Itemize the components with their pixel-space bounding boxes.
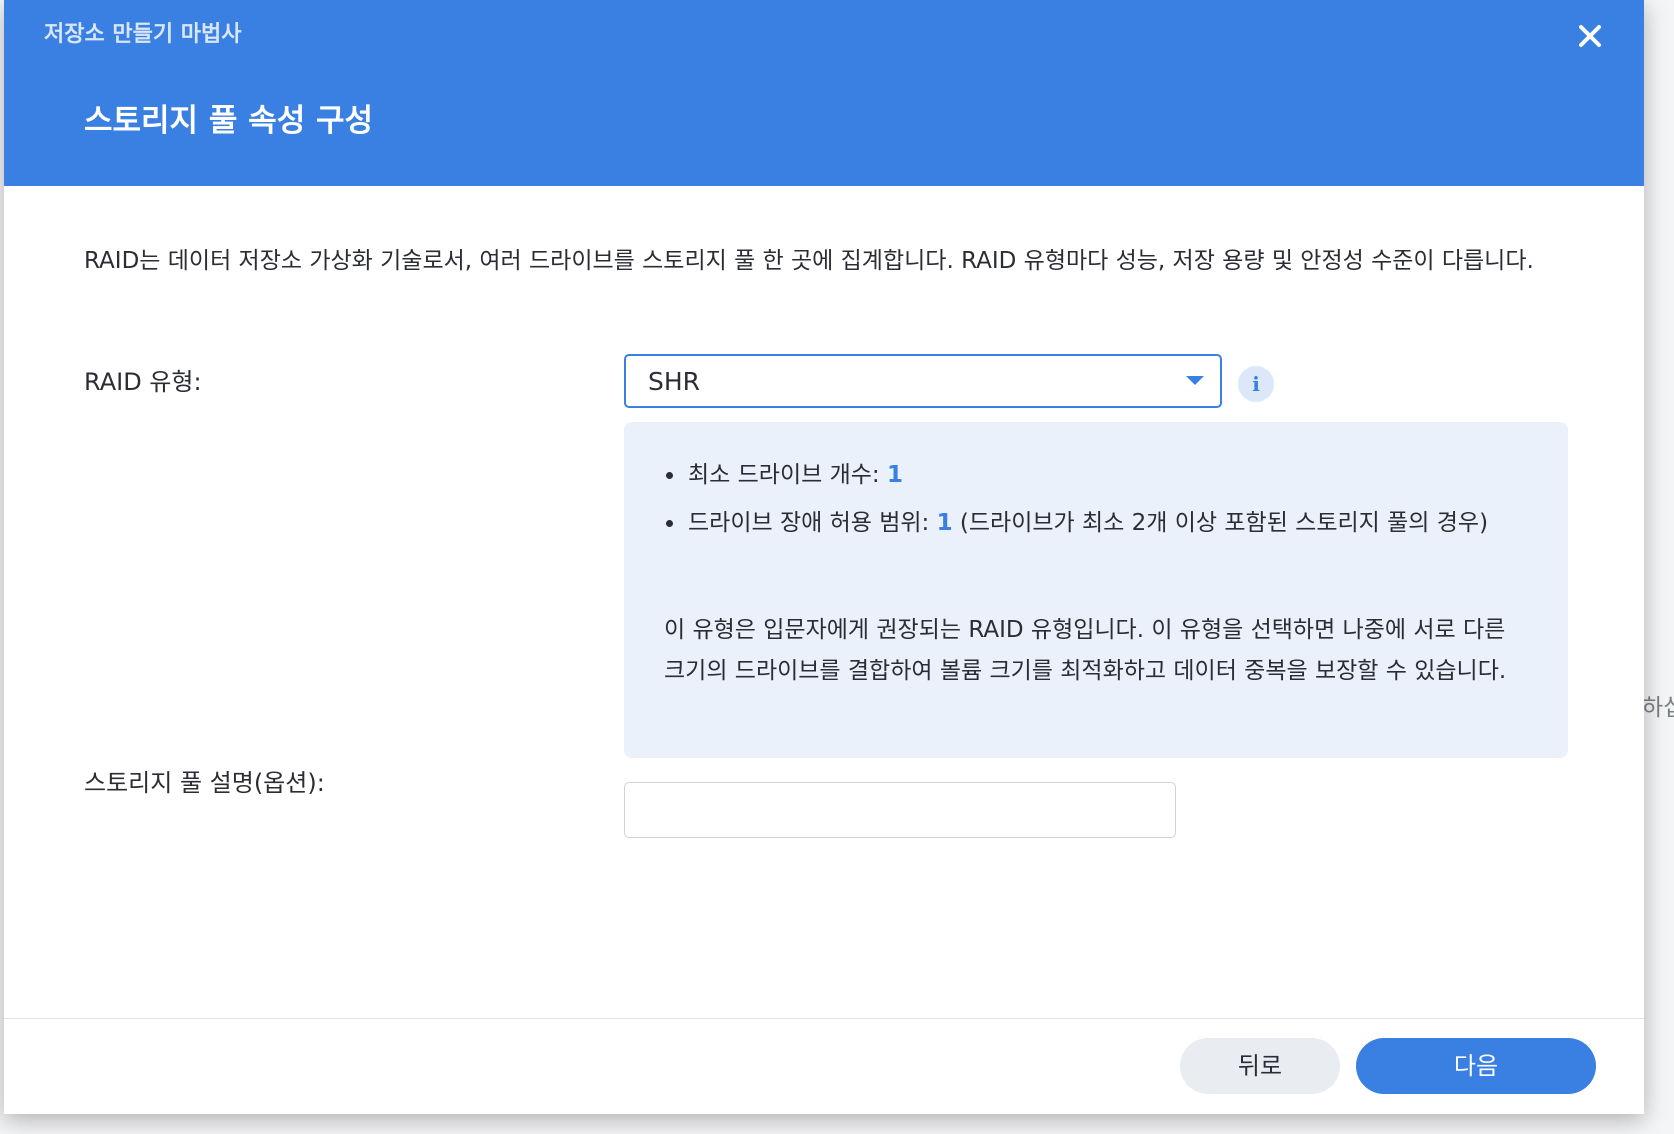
- pool-description-input[interactable]: [624, 782, 1176, 838]
- min-drives-label: 최소 드라이브 개수:: [688, 462, 887, 488]
- chevron-down-icon: [1186, 376, 1204, 385]
- fault-tolerance-item: 드라이브 장애 허용 범위: 1 (드라이브가 최소 2개 이상 포함된 스토리…: [660, 499, 1520, 547]
- back-button[interactable]: 뒤로: [1180, 1038, 1340, 1094]
- raid-info-list: 최소 드라이브 개수: 1 드라이브 장애 허용 범위: 1 (드라이브가 최소…: [660, 451, 1520, 547]
- next-button[interactable]: 다음: [1356, 1038, 1596, 1094]
- raid-type-description: 이 유형은 입문자에게 권장되는 RAID 유형입니다. 이 유형을 선택하면 …: [664, 617, 1507, 684]
- close-icon: [1579, 25, 1601, 47]
- footer-divider: [4, 1018, 1644, 1019]
- storage-wizard-dialog: 저장소 만들기 마법사 스토리지 풀 속성 구성 RAID는 데이터 저장소 가…: [4, 0, 1644, 1114]
- raid-info-panel: 최소 드라이브 개수: 1 드라이브 장애 허용 범위: 1 (드라이브가 최소…: [624, 422, 1568, 758]
- wizard-title: 저장소 만들기 마법사: [44, 22, 242, 47]
- info-icon: i: [1252, 372, 1260, 396]
- intro-text: RAID는 데이터 저장소 가상화 기술로서, 여러 드라이브를 스토리지 풀 …: [84, 248, 1534, 274]
- step-title: 스토리지 풀 속성 구성: [84, 103, 374, 139]
- fault-tolerance-value: 1: [936, 510, 953, 536]
- raid-type-selected-value: SHR: [648, 367, 701, 396]
- min-drives-item: 최소 드라이브 개수: 1: [660, 451, 1520, 499]
- close-button[interactable]: [1572, 18, 1608, 54]
- dialog-header: 저장소 만들기 마법사 스토리지 풀 속성 구성: [4, 0, 1644, 186]
- fault-tolerance-note: (드라이브가 최소 2개 이상 포함된 스토리지 풀의 경우): [952, 510, 1489, 536]
- fault-tolerance-label: 드라이브 장애 허용 범위:: [688, 510, 937, 536]
- background-text-fragment: 하십: [1642, 695, 1674, 721]
- raid-info-button[interactable]: i: [1238, 366, 1274, 402]
- raid-type-label: RAID 유형:: [84, 368, 202, 396]
- raid-type-select[interactable]: SHR: [624, 354, 1222, 408]
- pool-description-label: 스토리지 풀 설명(옵션):: [84, 769, 325, 797]
- min-drives-value: 1: [886, 462, 903, 488]
